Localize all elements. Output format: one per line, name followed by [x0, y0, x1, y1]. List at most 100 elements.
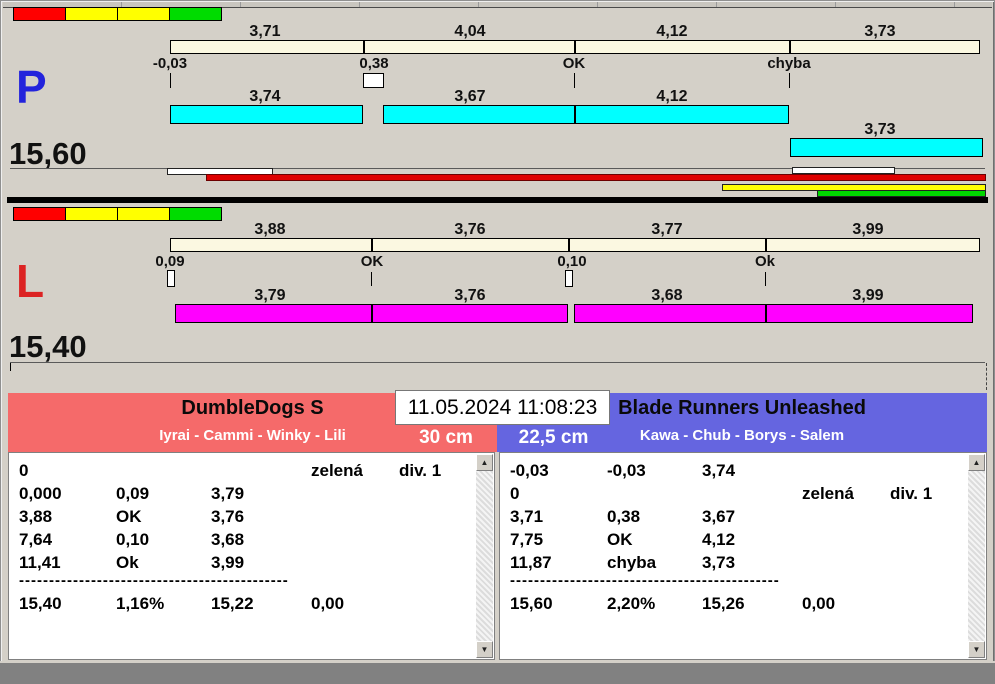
cell: 7,64	[19, 530, 53, 549]
table-row: 0 zelená div. 1	[510, 482, 966, 505]
cell: 0	[19, 461, 29, 480]
cell	[802, 459, 890, 482]
cell: chyba	[607, 553, 657, 572]
run-divider	[765, 305, 767, 322]
cell	[890, 551, 966, 574]
cell	[607, 482, 702, 505]
cell: 3,71	[510, 507, 544, 526]
cell: 0,00	[802, 594, 836, 613]
baseline	[10, 362, 985, 363]
legend-yellow-segment	[65, 7, 118, 21]
cell: 3,88	[19, 507, 53, 526]
summary-row: 15,60 2,20% 15,26 0,00	[510, 592, 966, 615]
run-time-label: 3,76	[454, 287, 486, 304]
marker-tick	[765, 272, 766, 286]
scrollbar[interactable]: ▲ ▼	[476, 454, 493, 658]
run-time-label: 3,79	[254, 287, 286, 304]
run-time-label: 4,12	[656, 88, 688, 105]
progress-bar-white	[792, 167, 895, 174]
table-row: 0,000 0,09 3,79	[19, 482, 474, 505]
status-strip	[0, 661, 995, 684]
run-bar	[383, 105, 789, 124]
cell	[890, 528, 966, 551]
result-pane-right: -0,03 -0,03 3,74 0 zelená div. 1 3,71 0,…	[499, 452, 987, 660]
table-row: 3,71 0,38 3,67	[510, 505, 966, 528]
lane-total-p: 15,60	[9, 136, 87, 171]
split-time-label: 4,12	[656, 23, 688, 40]
scroll-up-icon[interactable]: ▲	[476, 454, 493, 471]
cell: 3,99	[211, 553, 245, 572]
cell: -0,03	[607, 461, 646, 480]
split-track	[170, 40, 980, 54]
run-time-label: 3,73	[864, 121, 896, 138]
split-divider	[789, 41, 791, 53]
result-pane-left: 0 zelená div. 1 0,000 0,09 3,79 3,88 OK …	[8, 452, 495, 660]
cell: 0,10	[116, 530, 150, 549]
cell: div. 1	[890, 484, 933, 503]
split-time-label: 3,73	[864, 23, 896, 40]
cell: 0,000	[19, 484, 62, 503]
legend-red-segment	[13, 207, 66, 221]
cell: 15,22	[211, 594, 254, 613]
run-bar	[175, 304, 568, 323]
scrollbar[interactable]: ▲ ▼	[968, 454, 985, 658]
marker-flag-box	[167, 270, 175, 287]
split-time-label: 3,76	[454, 221, 486, 238]
run-time-label: 3,74	[249, 88, 281, 105]
table-separator: ----------------------------------------…	[510, 574, 780, 589]
legend-green-segment	[169, 207, 222, 221]
split-time-label: 3,77	[651, 221, 683, 238]
cell	[116, 459, 211, 482]
jump-height-left: 30 cm	[419, 427, 473, 448]
table-row: 11,41 Ok 3,99	[19, 551, 474, 574]
scroll-down-icon[interactable]: ▼	[968, 641, 985, 658]
cell: 3,74	[702, 461, 736, 480]
run-bar	[790, 138, 983, 157]
split-time-label: 3,71	[249, 23, 281, 40]
cell	[890, 505, 966, 528]
marker-tick	[574, 73, 575, 88]
summary-row: 15,40 1,16% 15,22 0,00	[19, 592, 474, 615]
change-marker-label: -0,03	[152, 55, 188, 72]
result-table-left: 0 zelená div. 1 0,000 0,09 3,79 3,88 OK …	[19, 459, 474, 615]
lane-divider	[7, 197, 988, 203]
jump-height-right: 22,5 cm	[518, 427, 589, 448]
cell: 7,75	[510, 530, 544, 549]
cell: zelená	[802, 484, 854, 503]
cell: zelená	[311, 461, 363, 480]
scroll-up-icon[interactable]: ▲	[968, 454, 985, 471]
legend-green-segment	[169, 7, 222, 21]
cell: 0,00	[311, 594, 345, 613]
cell: 2,20%	[607, 594, 656, 613]
cell: 0	[510, 484, 520, 503]
change-marker-label: OK	[562, 55, 586, 72]
cursor-dashed-tick	[986, 363, 988, 390]
table-separator: ----------------------------------------…	[19, 574, 289, 589]
cell: -0,03	[510, 461, 549, 480]
marker-tick	[170, 73, 171, 88]
cell	[399, 551, 474, 574]
legend-yellow-segment	[117, 7, 170, 21]
cell	[802, 528, 890, 551]
lane-letter-p: P	[16, 61, 47, 113]
split-time-label: 3,99	[852, 221, 884, 238]
run-divider	[371, 305, 373, 322]
split-divider	[371, 239, 373, 251]
cell	[311, 505, 399, 528]
table-row: -0,03 -0,03 3,74	[510, 459, 966, 482]
change-marker-label: 0,38	[359, 55, 389, 72]
change-marker-label: OK	[360, 253, 384, 270]
cell: Ok	[116, 553, 139, 572]
app-window: P 15,60 3,71 4,04 4,12 3,73 -0,03 0,38 O…	[0, 0, 995, 684]
change-marker-label: Ok	[754, 253, 775, 270]
scroll-down-icon[interactable]: ▼	[476, 641, 493, 658]
cell	[211, 459, 311, 482]
lane-letter-l: L	[16, 255, 45, 307]
table-row: 11,87 chyba 3,73	[510, 551, 966, 574]
split-track	[170, 238, 980, 252]
legend-red-segment	[13, 7, 66, 21]
cell: 3,67	[702, 507, 736, 526]
cell	[399, 528, 474, 551]
cell: 3,79	[211, 484, 245, 503]
cell: 11,41	[19, 553, 61, 572]
